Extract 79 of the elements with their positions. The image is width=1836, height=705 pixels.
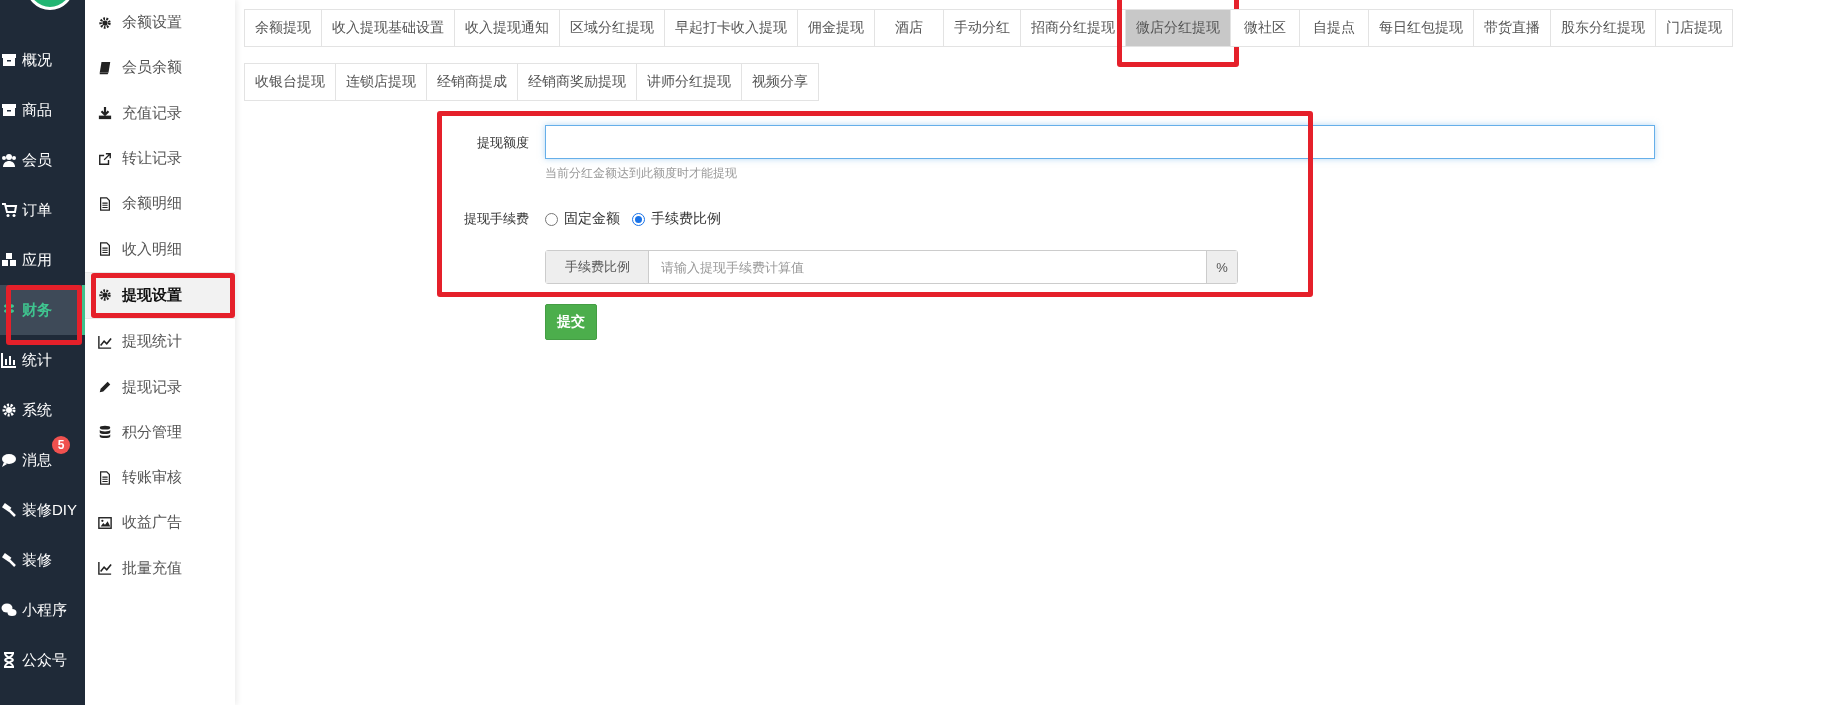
hammer-icon — [0, 552, 18, 568]
cart-icon — [0, 202, 18, 218]
tab[interactable]: 带货直播 — [1473, 9, 1551, 47]
nav-item[interactable]: 订单 — [0, 185, 85, 235]
gear-icon — [98, 288, 112, 303]
nav-item[interactable]: 统计 — [0, 335, 85, 385]
nav-item[interactable]: 概况 — [0, 35, 85, 85]
field-label: 提现手续费 — [463, 210, 530, 228]
tab[interactable]: 收入提现通知 — [454, 9, 560, 47]
field-label: 提现额度 — [476, 134, 530, 152]
input-prefix: 手续费比例 — [546, 251, 649, 283]
tab[interactable]: 每日红包提现 — [1368, 9, 1474, 47]
tab[interactable]: 手动分红 — [943, 9, 1021, 47]
nav-item[interactable]: 装修DIY — [0, 485, 85, 535]
help-text: 当前分红金额达到此额度时才能提现 — [545, 165, 738, 182]
document-icon — [98, 470, 112, 485]
book-icon — [98, 60, 112, 75]
tab[interactable]: 连锁店提现 — [335, 63, 427, 101]
tab[interactable]: 余额提现 — [244, 9, 322, 47]
submenu-item[interactable]: 提现记录 — [85, 364, 235, 410]
input-suffix: % — [1206, 251, 1237, 283]
tab[interactable]: 讲师分红提现 — [636, 63, 742, 101]
tab[interactable]: 收入提现基础设置 — [321, 9, 455, 47]
nav-item[interactable]: 应用 — [0, 235, 85, 285]
tab[interactable]: 招商分红提现 — [1020, 9, 1126, 47]
line-chart-icon — [98, 334, 112, 349]
input-group[interactable]: 手续费比例 请输入提现手续费计算值 % — [545, 250, 1238, 284]
submenu-item[interactable]: 收入明细 — [85, 226, 235, 272]
tab[interactable]: 视频分享 — [741, 63, 819, 101]
wechat-icon — [0, 602, 18, 618]
cubes-icon — [0, 252, 18, 268]
tab[interactable]: 收银台提现 — [244, 63, 336, 101]
bar-chart-icon — [0, 352, 18, 368]
nav-item[interactable]: 小程序 — [0, 585, 85, 635]
document-icon — [98, 196, 112, 211]
chat-bubble-icon — [0, 452, 18, 468]
tab[interactable]: 早起打卡收入提现 — [664, 9, 798, 47]
tab[interactable]: 股东分红提现 — [1550, 9, 1656, 47]
tab[interactable]: 自提点 — [1299, 9, 1369, 47]
submenu-item[interactable]: 收益广告 — [85, 500, 235, 546]
hammer-icon — [0, 502, 18, 518]
image-icon — [98, 515, 112, 530]
pencil-icon — [98, 380, 112, 394]
submenu-item[interactable]: 余额明细 — [85, 181, 235, 227]
tab[interactable]: 经销商提成 — [426, 63, 518, 101]
notification-badge: 5 — [52, 436, 70, 454]
submenu-item[interactable]: 提现统计 — [85, 319, 235, 365]
nav-item[interactable]: 系统 — [0, 385, 85, 435]
submenu-item[interactable]: 转账审核 — [85, 454, 235, 501]
tab[interactable]: 微社区 — [1230, 9, 1300, 47]
nav-item[interactable]: 消息 5 — [0, 435, 85, 485]
tab[interactable]: 微店分红提现 — [1125, 9, 1231, 47]
input-field[interactable] — [545, 125, 1655, 159]
users-icon — [0, 152, 18, 168]
tab[interactable]: 区域分红提现 — [559, 9, 665, 47]
line-chart-icon — [98, 561, 112, 576]
nav-item[interactable]: 商品 — [0, 85, 85, 135]
submenu-item[interactable]: 批量充值 — [85, 545, 235, 591]
document-icon — [98, 242, 112, 257]
database-icon — [98, 425, 112, 440]
submenu-item[interactable]: 积分管理 — [85, 409, 235, 455]
submenu-item[interactable]: 提现设置 — [85, 271, 235, 320]
radio-option[interactable]: 固定金额 — [545, 210, 620, 228]
tab[interactable]: 经销商奖励提现 — [517, 63, 637, 101]
submenu-item[interactable]: 转让记录 — [85, 135, 235, 182]
radio-option[interactable]: 手续费比例 — [632, 210, 721, 228]
tab[interactable]: 酒店 — [874, 9, 944, 47]
tab[interactable]: 门店提现 — [1655, 9, 1733, 47]
download-icon — [98, 106, 112, 121]
submenu-item[interactable]: 会员余额 — [85, 45, 235, 91]
external-link-icon — [98, 151, 112, 166]
gears-icon — [0, 402, 18, 418]
nav-item[interactable]: 公众号 — [0, 635, 85, 685]
nav-item[interactable]: 会员 — [0, 135, 85, 185]
gear-icon — [98, 15, 112, 30]
submenu-item[interactable]: 充值记录 — [85, 90, 235, 136]
tab[interactable]: 佣金提现 — [797, 9, 875, 47]
nav-item[interactable]: 装修 — [0, 535, 85, 585]
submenu-item[interactable]: 余额设置 — [85, 0, 235, 46]
